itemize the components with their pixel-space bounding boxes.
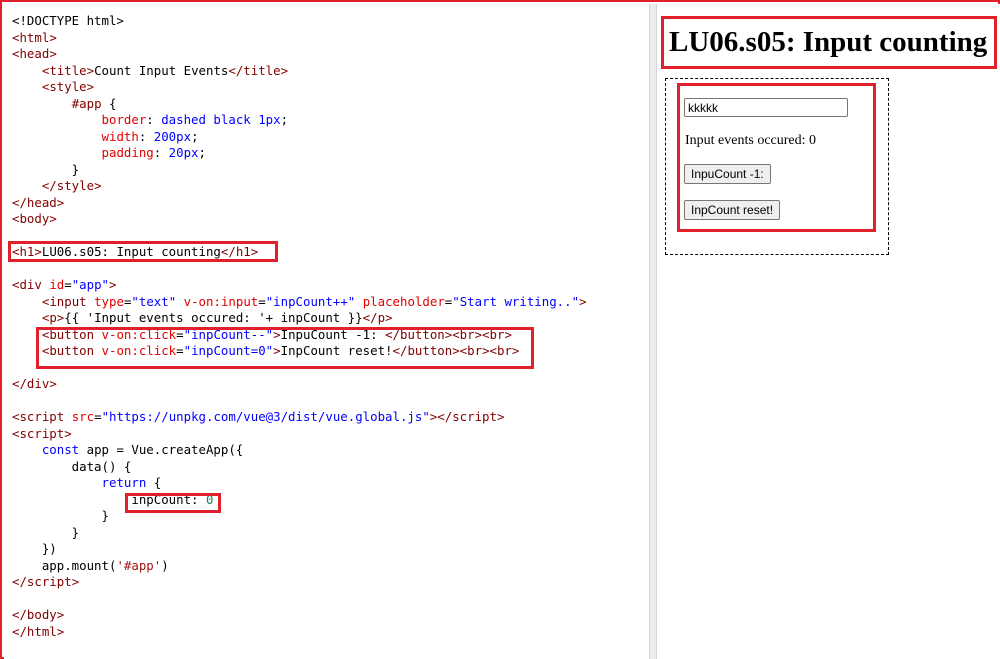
code-line: app.mount('#app') — [12, 557, 169, 573]
code-line: }) — [12, 541, 57, 556]
text-input[interactable] — [684, 98, 848, 117]
code-line: border: dashed black 1px; — [101, 112, 289, 127]
pane-splitter[interactable] — [649, 4, 657, 659]
code-line: </body> — [12, 607, 65, 622]
code-line: <button v-on:click="inpCount=0">InpCount… — [41, 343, 520, 358]
code-line: <button v-on:click="inpCount--">InpuCoun… — [41, 326, 512, 342]
code-line: <style> — [41, 79, 95, 94]
events-counter-text: Input events occured: 0 — [685, 133, 817, 148]
code-line: <input type="text" v-on:input="inpCount+… — [41, 293, 587, 309]
code-line: } — [12, 161, 80, 177]
code-line: } — [12, 508, 109, 523]
code-line: </div> — [12, 376, 57, 391]
code-line: <html> — [12, 29, 57, 45]
code-line: <p>{{ 'Input events occured: '+ inpCount… — [41, 310, 393, 325]
code-line: } — [12, 524, 80, 540]
code-line: inpCount: 0 — [12, 491, 214, 507]
decrement-button[interactable]: InpuCount -1: — [684, 164, 771, 184]
code-line: padding: 20px; — [101, 145, 206, 160]
code-line: <head> — [12, 46, 57, 61]
code-line: <!DOCTYPE html> — [12, 13, 124, 28]
code-line: return { — [101, 475, 162, 490]
code-line: const app = Vue.createApp({ — [41, 442, 244, 457]
code-line: <script> — [12, 425, 72, 441]
reset-button[interactable]: InpCount reset! — [684, 200, 781, 220]
code-line: #app { — [71, 95, 117, 111]
code-line: </script> — [12, 574, 80, 589]
code-line: width: 200px; — [101, 128, 199, 144]
page-title: LU06.s05: Input counting — [661, 16, 997, 69]
code-text[interactable]: <!DOCTYPE html> <html> <head> <title>Count… — [12, 13, 587, 640]
result-preview: LU06.s05: Input counting Input events oc… — [657, 4, 1000, 659]
code-editor[interactable]: <!DOCTYPE html> <html> <head> <title>Count… — [4, 4, 649, 659]
code-line: <title>Count Input Events</title> — [41, 62, 289, 78]
code-line: </style> — [41, 178, 102, 193]
code-line: data() { — [12, 458, 132, 474]
code-line: <div id="app"> — [12, 277, 117, 292]
code-line: <body> — [12, 211, 57, 226]
code-line: <h1>LU06.s05: Input counting</h1> — [12, 244, 259, 259]
code-line: </html> — [12, 623, 65, 639]
code-line: </head> — [12, 194, 65, 210]
code-line: <script src="https://unpkg.com/vue@3/dis… — [12, 409, 505, 424]
screenshot-frame: <!DOCTYPE html> <html> <head> <title>Count… — [0, 0, 1000, 659]
